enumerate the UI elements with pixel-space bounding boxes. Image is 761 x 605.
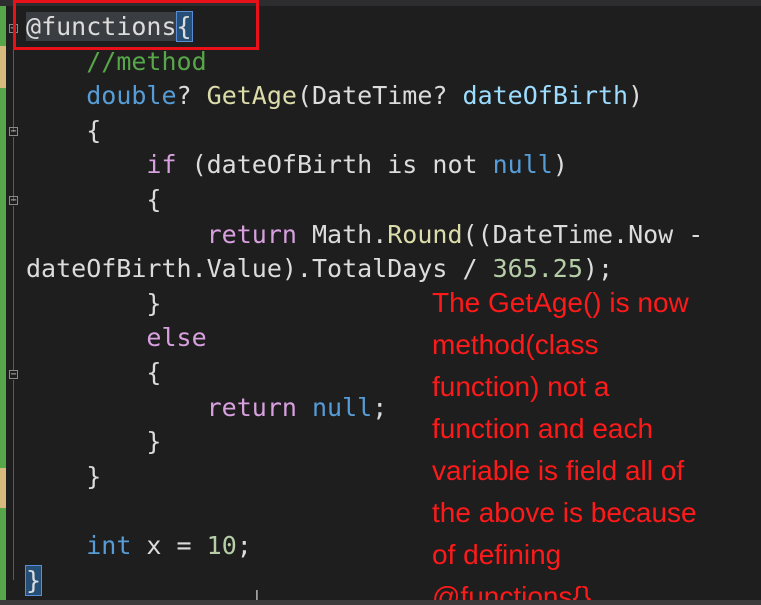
change-bar-saved	[0, 88, 6, 468]
annotation-note: The GetAge() is now method(class functio…	[432, 287, 697, 605]
code-line[interactable]: {	[26, 114, 703, 149]
code-token: x =	[131, 530, 207, 560]
fold-guide-line	[13, 206, 14, 370]
code-token: {	[26, 115, 102, 145]
code-token: )	[552, 150, 568, 180]
code-token: }	[24, 564, 43, 596]
fold-collapse-icon[interactable]: −	[9, 370, 18, 380]
code-token: }	[26, 288, 162, 318]
code-line[interactable]: if (dateOfBirth is not null)	[26, 148, 703, 183]
text-cursor-icon: I	[255, 589, 259, 604]
change-bar-saved	[0, 508, 6, 605]
code-line[interactable]: double? GetAge(DateTime? dateOfBirth)	[26, 79, 703, 114]
code-token: null	[492, 150, 553, 180]
code-token: );	[582, 254, 614, 284]
change-bar-saved	[0, 6, 6, 46]
code-token: (DateTime?	[296, 81, 463, 111]
code-token: null	[312, 392, 373, 422]
code-token: int	[86, 530, 132, 560]
editor-gutter: − − − −	[0, 6, 22, 605]
code-token: double	[86, 81, 177, 111]
code-token: //method	[86, 46, 207, 76]
code-token: {	[26, 357, 162, 387]
code-token: )	[628, 81, 644, 111]
code-token: Math.	[296, 219, 388, 249]
code-token: ;	[372, 392, 388, 422]
code-token: {	[26, 184, 162, 214]
code-token: dateOfBirth.Value).TotalDays /	[26, 254, 493, 284]
horizontal-scrollbar[interactable]	[0, 600, 761, 605]
code-token: }	[26, 427, 162, 457]
code-token: 365.25	[492, 254, 583, 284]
code-token: if	[146, 150, 177, 180]
fold-collapse-icon[interactable]: −	[9, 127, 18, 137]
code-token: return	[206, 219, 297, 249]
code-token: }	[26, 461, 102, 491]
code-token: Round	[387, 219, 463, 249]
code-token: ;	[236, 530, 252, 560]
code-token: GetAge	[206, 81, 297, 111]
fold-guide-line	[13, 137, 14, 201]
code-token: ?	[176, 81, 207, 111]
fold-collapse-icon[interactable]: −	[9, 196, 18, 206]
code-token: else	[146, 323, 207, 353]
functions-highlight-box	[13, 0, 259, 50]
code-line[interactable]: {	[26, 183, 703, 218]
change-bar-modified	[0, 468, 6, 508]
code-line[interactable]: return Math.Round((DateTime.Now -	[26, 218, 704, 253]
code-token: return	[206, 392, 297, 422]
code-token: (dateOfBirth is not	[176, 150, 493, 180]
change-bar-modified	[0, 46, 6, 88]
code-editor[interactable]: − − − − @functions{ //method double? Get…	[0, 0, 761, 605]
code-token: dateOfBirth	[462, 81, 629, 111]
code-token: ((DateTime.Now -	[462, 219, 704, 249]
fold-guide-line	[13, 380, 14, 580]
code-token: 10	[206, 530, 237, 560]
